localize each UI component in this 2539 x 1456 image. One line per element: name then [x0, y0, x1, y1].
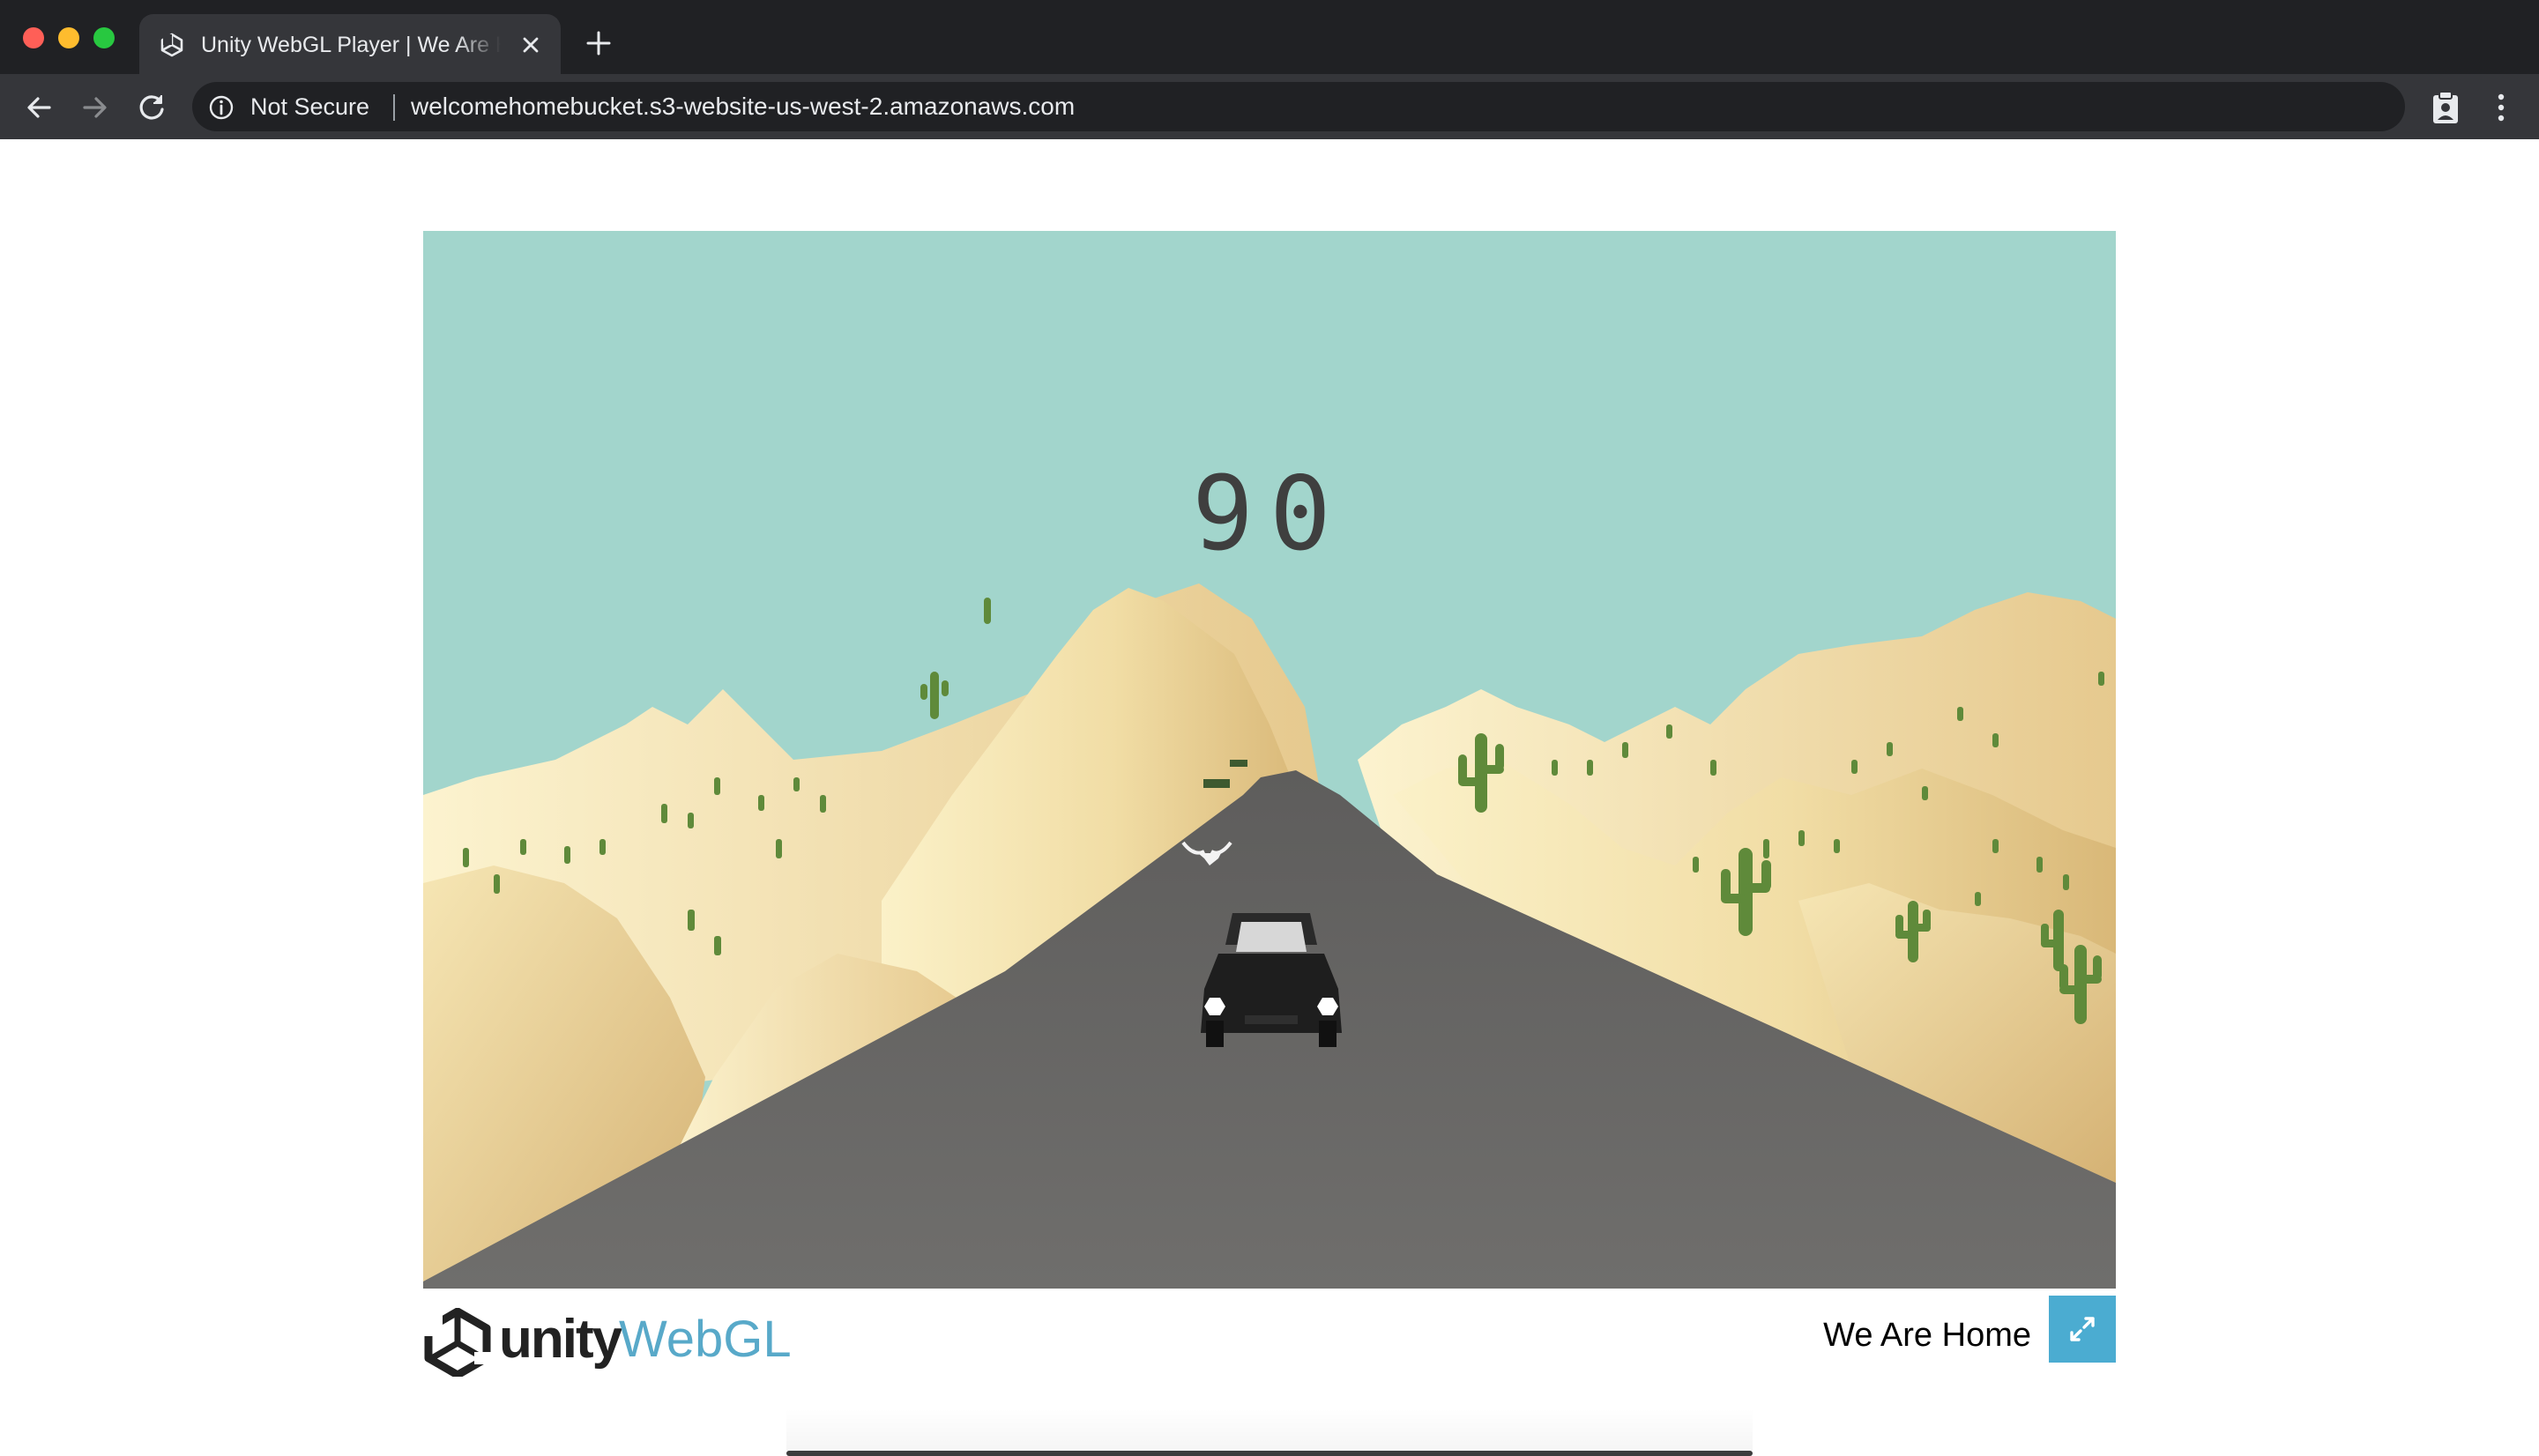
tab-title: Unity WebGL Player | We Are Home: [201, 33, 501, 57]
unity-wordmark: unity: [499, 1309, 622, 1370]
close-window-button[interactable]: [23, 27, 44, 48]
reload-icon[interactable]: [134, 90, 169, 125]
tab-strip: Unity WebGL Player | We Are Home: [0, 0, 2539, 74]
fullscreen-expand-icon: [2070, 1317, 2095, 1341]
url-text[interactable]: welcomehomebucket.s3-website-us-west-2.a…: [411, 93, 1075, 121]
unity-game-canvas[interactable]: 90: [423, 231, 2116, 1289]
browser-chrome: Unity WebGL Player | We Are Home Not: [0, 0, 2539, 139]
back-arrow-icon[interactable]: [21, 90, 56, 125]
horizontal-scrollbar[interactable]: [786, 1451, 1753, 1456]
close-icon[interactable]: [517, 31, 545, 59]
game-scene: [423, 583, 2116, 1289]
extension-clipboard-icon[interactable]: [2430, 90, 2461, 125]
scroll-shadow: [786, 1408, 1753, 1451]
security-label[interactable]: Not Secure: [250, 93, 369, 121]
plus-icon[interactable]: [584, 28, 614, 58]
zoom-window-button[interactable]: [93, 27, 115, 48]
forward-arrow-icon[interactable]: [78, 90, 113, 125]
minimize-window-button[interactable]: [58, 27, 79, 48]
game-title: We Are Home: [1823, 1317, 2031, 1354]
omnibox-divider: [393, 94, 395, 121]
fullscreen-button[interactable]: [2049, 1296, 2116, 1363]
webgl-wordmark: WebGL: [619, 1311, 792, 1368]
unity-cube-icon: [423, 1308, 492, 1377]
kebab-menu-icon[interactable]: [2488, 92, 2514, 123]
active-tab[interactable]: Unity WebGL Player | We Are Home: [139, 14, 561, 74]
browser-toolbar: Not Secure welcomehomebucket.s3-website-…: [0, 74, 2539, 139]
unity-favicon-icon: [160, 33, 183, 57]
score-display: 90: [1192, 455, 1347, 574]
road-sign: [1203, 779, 1230, 788]
address-bar[interactable]: Not Secure welcomehomebucket.s3-website-…: [192, 82, 2405, 131]
unity-footer: unity WebGL We Are Home: [423, 1289, 2116, 1377]
page-content: 90 unity WebGL We Are Home: [0, 139, 2539, 1456]
info-icon[interactable]: [208, 94, 235, 121]
road-sign: [1230, 760, 1247, 767]
